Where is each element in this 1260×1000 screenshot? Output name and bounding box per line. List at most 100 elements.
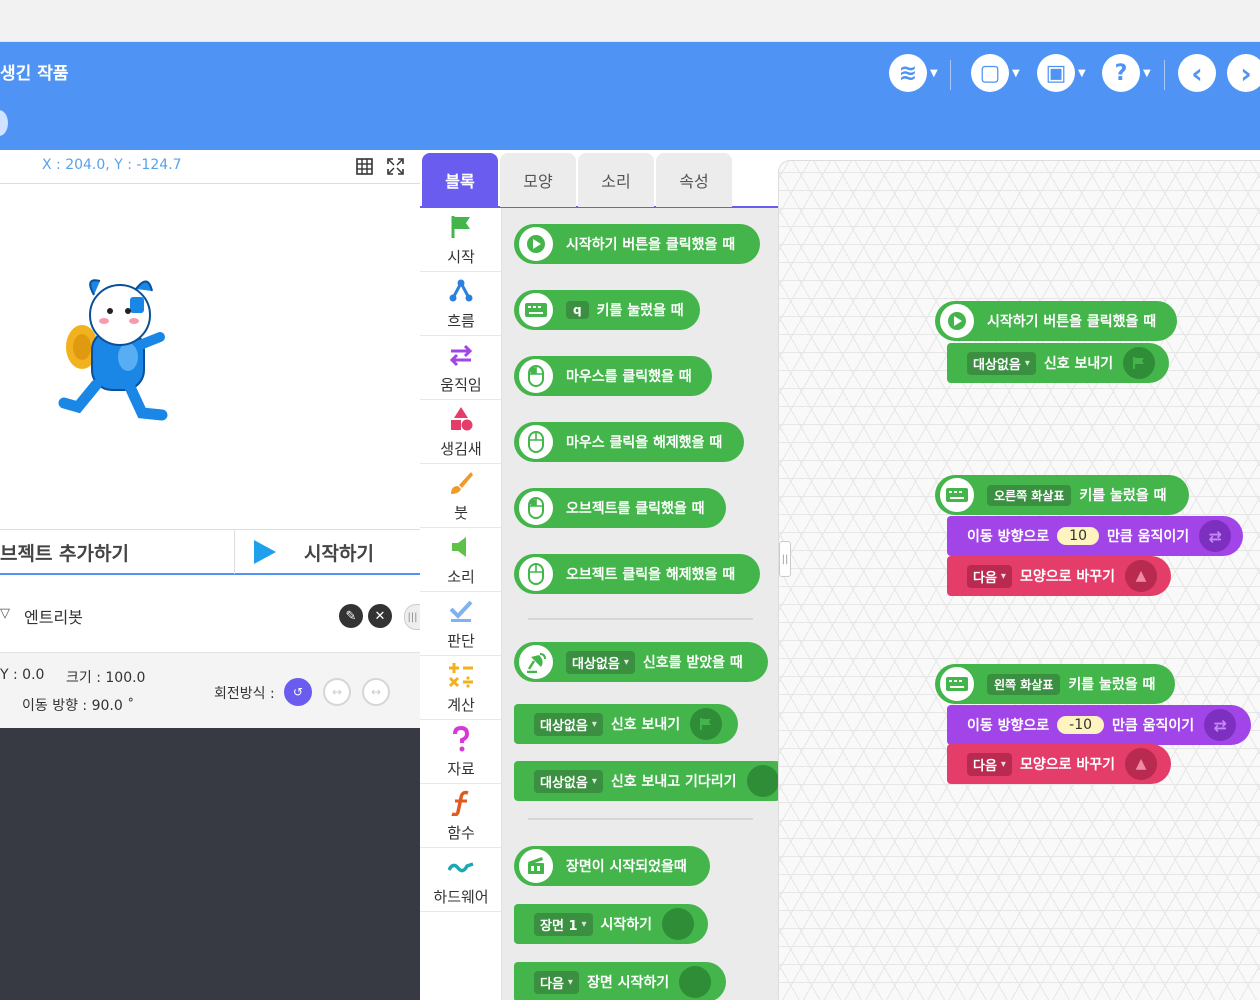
app-header: 생긴 작품 ≋ ▼ ▢ ▼ ▣ ▼ ? ▼ ‹ ›	[0, 42, 1260, 150]
undo-button[interactable]: ‹	[1178, 54, 1216, 92]
move-amount-input[interactable]: -10	[1057, 716, 1105, 734]
block-when-mouse-clicked[interactable]: 마우스를 클릭했을 때	[514, 356, 712, 396]
block-label: 키를 눌렀을 때	[596, 303, 684, 319]
save-button[interactable]: ▣ ▼	[1037, 54, 1086, 92]
tab-properties[interactable]: 속성	[656, 153, 732, 207]
mouse-icon	[516, 422, 556, 462]
tab-blocks[interactable]: 블록	[422, 153, 498, 207]
browser-top-strip	[0, 0, 1260, 42]
category-move[interactable]: 움직임	[420, 336, 502, 400]
script-move-block[interactable]: 이동 방향으로 -10 만큼 움직이기 ⇄	[947, 705, 1251, 745]
category-looks[interactable]: 생김새	[420, 400, 502, 464]
block-start-next-scene[interactable]: 다음 장면 시작하기	[514, 962, 726, 1000]
category-label: 하드웨어	[433, 888, 489, 906]
script-workspace[interactable]: 시작하기 버튼을 클릭했을 때 대상없음 신호 보내기 오른쪽 화살표 키를 눌…	[778, 160, 1260, 1000]
block-when-signal-received[interactable]: 대상없음 신호를 받았을 때	[514, 642, 768, 682]
panel-resize-handle[interactable]: ||	[779, 541, 791, 577]
expand-icon[interactable]	[387, 158, 404, 175]
size-value[interactable]: 크기 : 100.0	[66, 667, 145, 687]
palette-divider	[528, 618, 753, 620]
help-button[interactable]: ? ▼	[1102, 54, 1151, 92]
collapse-icon[interactable]: ▽	[0, 606, 10, 621]
rotate-horizontal-icon[interactable]: ↔	[323, 678, 351, 706]
grid-icon[interactable]	[356, 158, 373, 175]
brush-icon	[451, 472, 473, 494]
object-drag-handle[interactable]: |||	[404, 604, 420, 630]
tab-shapes[interactable]: 모양	[500, 153, 576, 207]
block-label: 장면이 시작되었을때	[566, 859, 687, 875]
mouse-icon	[516, 356, 556, 396]
script-right-key-hat[interactable]: 오른쪽 화살표 키를 눌렀을 때	[935, 475, 1189, 515]
block-label: 키를 눌렀을 때	[1079, 488, 1167, 504]
category-calc[interactable]: 계산	[420, 656, 502, 720]
move-amount-input[interactable]: 10	[1057, 527, 1099, 545]
category-data[interactable]: 자료	[420, 720, 502, 784]
object-list-item[interactable]: ▽ 엔트리봇 ✎ ✕ |||	[0, 576, 420, 652]
scene-dropdown[interactable]: 다음	[534, 970, 579, 994]
block-when-mouse-released[interactable]: 마우스 클릭을 해제했을 때	[514, 422, 744, 462]
keyboard-icon	[937, 664, 977, 704]
looks-icon: ▲	[1125, 748, 1157, 780]
start-button-label: 시작하기	[304, 542, 374, 565]
block-when-scene-started[interactable]: 장면이 시작되었을때	[514, 846, 710, 886]
block-when-start-clicked[interactable]: 시작하기 버튼을 클릭했을 때	[514, 224, 760, 264]
project-title[interactable]: 생긴 작품	[0, 59, 68, 84]
scene-dropdown[interactable]: 장면 1	[534, 912, 593, 936]
script-send-signal[interactable]: 대상없음 신호 보내기	[947, 343, 1169, 383]
category-judge[interactable]: 판단	[420, 592, 502, 656]
play-icon	[254, 540, 276, 564]
category-start[interactable]: 시작	[420, 208, 502, 272]
script-change-shape[interactable]: 다음 모양으로 바꾸기 ▲	[947, 556, 1171, 596]
block-label: 신호 보내기	[1043, 356, 1114, 372]
rotate-none-icon[interactable]: ↔	[362, 678, 390, 706]
move-icon	[449, 344, 473, 367]
redo-button[interactable]: ›	[1227, 54, 1260, 92]
header-divider	[1164, 60, 1165, 90]
shape-dropdown[interactable]: 다음	[967, 752, 1012, 776]
signal-dropdown[interactable]: 대상없음	[534, 769, 603, 793]
key-selector[interactable]: 왼쪽 화살표	[987, 673, 1061, 695]
edit-icon[interactable]: ✎	[339, 604, 363, 628]
block-label: 모양으로 바꾸기	[1019, 757, 1115, 773]
category-hardware[interactable]: 하드웨어	[420, 848, 502, 912]
script-move-block[interactable]: 이동 방향으로 10 만큼 움직이기 ⇄	[947, 516, 1243, 556]
signal-dropdown[interactable]: 대상없음	[967, 351, 1036, 375]
tab-sounds[interactable]: 소리	[578, 153, 654, 207]
direction-value[interactable]: 이동 방향 : 90.0 ˚	[22, 695, 134, 715]
help-icon: ?	[1102, 54, 1140, 92]
delete-icon[interactable]: ✕	[368, 604, 392, 628]
signal-dropdown[interactable]: 대상없음	[566, 650, 635, 674]
header-toggle[interactable]	[0, 110, 8, 136]
file-button[interactable]: ▢ ▼	[971, 54, 1020, 92]
rotate-free-icon[interactable]: ↺	[284, 678, 312, 706]
category-sound[interactable]: 소리	[420, 528, 502, 592]
script-left-key-hat[interactable]: 왼쪽 화살표 키를 눌렀을 때	[935, 664, 1175, 704]
stage-canvas[interactable]	[0, 185, 420, 529]
block-when-key-pressed[interactable]: q 키를 눌렀을 때	[514, 290, 700, 330]
key-selector[interactable]: q	[566, 301, 589, 319]
mouse-icon	[516, 554, 556, 594]
start-button[interactable]: 시작하기	[236, 530, 420, 574]
add-object-button[interactable]: 브젝트 추가하기	[0, 530, 235, 574]
shape-dropdown[interactable]: 다음	[967, 564, 1012, 588]
category-label: 판단	[447, 632, 475, 650]
block-send-signal-wait[interactable]: 대상없음 신호 보내고 기다리기	[514, 761, 778, 801]
block-start-scene[interactable]: 장면 1 시작하기	[514, 904, 708, 944]
script-change-shape[interactable]: 다음 모양으로 바꾸기 ▲	[947, 744, 1171, 784]
mode-button[interactable]: ≋ ▼	[889, 54, 938, 92]
category-flow[interactable]: 흐름	[420, 272, 502, 336]
category-brush[interactable]: 붓	[420, 464, 502, 528]
category-function[interactable]: 함수	[420, 784, 502, 848]
looks-icon	[451, 407, 473, 431]
chevron-right-icon: ›	[1227, 54, 1260, 92]
signal-dropdown[interactable]: 대상없음	[534, 712, 603, 736]
entrybot-sprite[interactable]	[44, 275, 184, 435]
flag-icon	[690, 708, 723, 740]
y-value[interactable]: Y : 0.0	[0, 667, 44, 683]
block-categories: 시작 흐름 움직임 생김새 붓 소리 판단 계산 자료 함수 하드웨어	[420, 208, 502, 1000]
block-send-signal[interactable]: 대상없음 신호 보내기	[514, 704, 738, 744]
block-when-object-clicked[interactable]: 오브젝트를 클릭했을 때	[514, 488, 726, 528]
script-start-hat[interactable]: 시작하기 버튼을 클릭했을 때	[935, 301, 1177, 341]
key-selector[interactable]: 오른쪽 화살표	[987, 484, 1072, 506]
block-when-object-released[interactable]: 오브젝트 클릭을 해제했을 때	[514, 554, 760, 594]
